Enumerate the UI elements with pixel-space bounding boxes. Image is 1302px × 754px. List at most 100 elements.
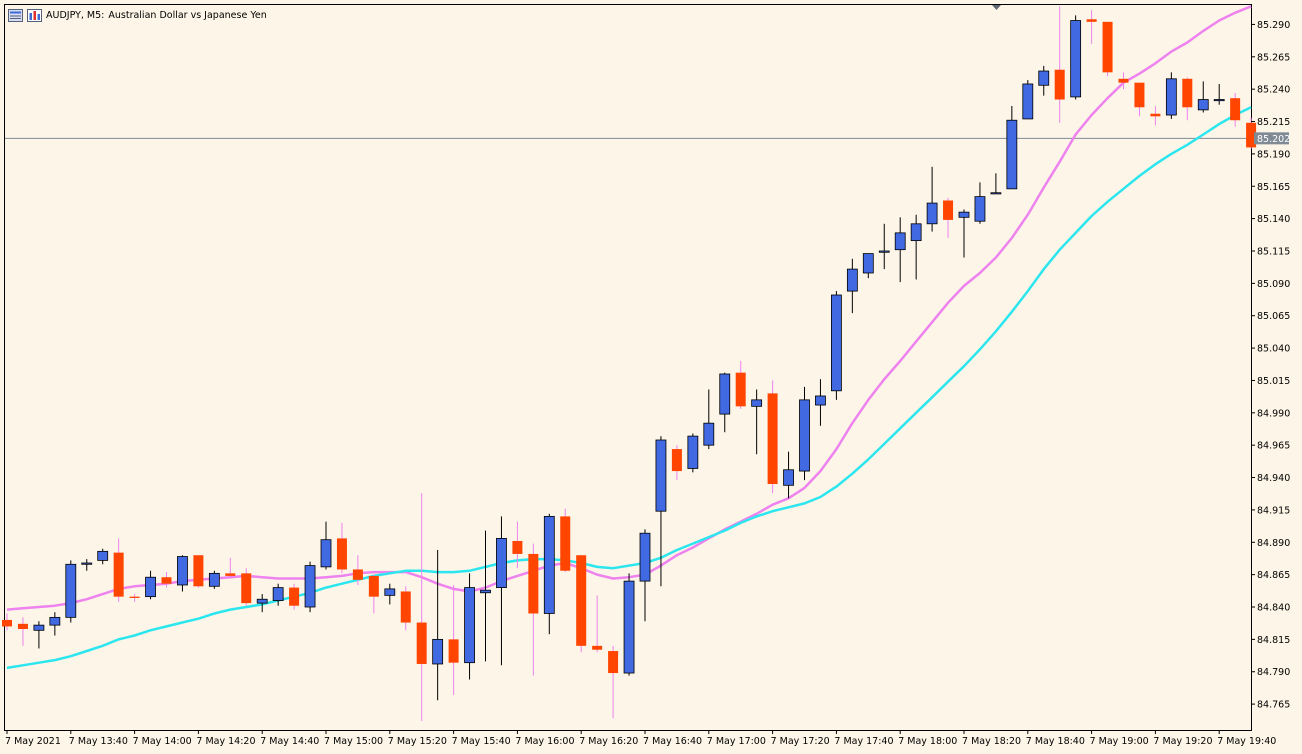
candle[interactable] — [878, 223, 890, 270]
price-axis[interactable]: 85.290 85.265 85.240 85.215 85.190 85.165 85.1… — [1251, 20, 1290, 711]
candle[interactable] — [1102, 21, 1113, 77]
candle[interactable] — [368, 574, 379, 614]
candle[interactable] — [1197, 81, 1209, 113]
candle[interactable] — [336, 522, 347, 574]
candle[interactable] — [161, 572, 172, 588]
candle[interactable] — [384, 583, 396, 605]
candle[interactable] — [2, 613, 12, 631]
candle[interactable] — [735, 361, 746, 409]
candle-body — [655, 439, 667, 512]
candle[interactable] — [225, 557, 236, 579]
chart-window-icon[interactable] — [27, 8, 42, 22]
candle-body — [272, 587, 284, 601]
candle[interactable] — [97, 548, 109, 565]
candle[interactable] — [639, 529, 651, 622]
candle[interactable] — [687, 433, 699, 473]
candle[interactable] — [177, 555, 188, 592]
candle[interactable] — [1150, 105, 1161, 126]
candle[interactable] — [767, 380, 778, 494]
candle[interactable] — [862, 253, 874, 279]
candle[interactable] — [1070, 15, 1082, 100]
candle[interactable] — [974, 182, 986, 224]
candle[interactable] — [831, 291, 842, 400]
candle-body — [129, 596, 140, 598]
candle[interactable] — [1022, 80, 1034, 120]
candle[interactable] — [496, 516, 507, 666]
candle[interactable] — [894, 217, 906, 283]
candle[interactable] — [65, 560, 77, 623]
candle[interactable] — [751, 389, 763, 455]
candle[interactable] — [958, 209, 970, 258]
candle-body — [1038, 70, 1050, 86]
candle[interactable] — [671, 445, 682, 481]
candle-body — [2, 619, 12, 627]
candle[interactable] — [926, 166, 938, 232]
candle[interactable] — [846, 258, 858, 314]
candle[interactable] — [623, 573, 635, 676]
candle[interactable] — [910, 214, 922, 280]
candle[interactable] — [33, 621, 45, 649]
candle[interactable] — [289, 583, 300, 610]
candle[interactable] — [560, 508, 571, 573]
symbol-period: AUDJPY, M5: — [46, 9, 105, 21]
candle[interactable] — [241, 568, 252, 606]
candle[interactable] — [464, 573, 475, 680]
candle[interactable] — [815, 379, 826, 426]
candle[interactable] — [208, 570, 220, 589]
candle[interactable] — [592, 595, 603, 653]
candle[interactable] — [113, 538, 124, 602]
candle[interactable] — [193, 555, 204, 588]
candle-body — [1118, 78, 1129, 83]
candle[interactable] — [1054, 6, 1065, 123]
candle[interactable] — [1182, 77, 1193, 121]
candle[interactable] — [719, 372, 731, 433]
candle-body — [926, 202, 938, 225]
candle[interactable] — [145, 570, 156, 600]
candle[interactable] — [416, 493, 427, 721]
candle-body — [49, 616, 61, 626]
candle[interactable] — [1038, 65, 1050, 96]
candle-body — [1054, 69, 1065, 100]
candle-body — [639, 532, 651, 582]
window-list-icon[interactable] — [8, 8, 23, 22]
x-tick-label: 7 May 14:00 — [133, 736, 192, 747]
x-tick-label: 7 May 19:40 — [1217, 736, 1276, 747]
candle[interactable] — [799, 386, 810, 481]
candle[interactable] — [49, 612, 61, 636]
candle[interactable] — [943, 197, 954, 239]
candle[interactable] — [448, 585, 459, 696]
y-tick-label: 84.865 — [1257, 570, 1290, 581]
candle[interactable] — [81, 559, 93, 571]
candle[interactable] — [1006, 105, 1018, 190]
candle-body — [735, 372, 746, 407]
candle[interactable] — [528, 543, 539, 676]
candle-body — [225, 573, 236, 576]
x-tick-label: 7 May 18:00 — [898, 736, 957, 747]
y-tick-label: 85.215 — [1257, 117, 1290, 128]
candle-body — [1213, 99, 1225, 102]
candle-body — [256, 598, 268, 604]
candle[interactable] — [1165, 72, 1177, 119]
candle[interactable] — [543, 513, 555, 635]
candle[interactable] — [304, 561, 316, 613]
candle[interactable] — [400, 586, 411, 631]
candle[interactable] — [256, 594, 268, 613]
candle[interactable] — [480, 530, 491, 662]
candle[interactable] — [703, 389, 715, 450]
candle[interactable] — [1086, 10, 1097, 44]
candle[interactable] — [1230, 93, 1241, 127]
candle[interactable] — [17, 617, 28, 646]
candle[interactable] — [1134, 82, 1145, 117]
candle[interactable] — [990, 173, 1002, 195]
candle-body — [17, 623, 28, 630]
candle[interactable] — [608, 645, 619, 719]
candle[interactable] — [783, 451, 794, 499]
y-tick-label: 85.290 — [1257, 20, 1290, 31]
time-axis[interactable]: 7 May 2021 7 May 13:40 7 May 14:00 7 May 14… — [5, 730, 1276, 747]
candle[interactable] — [576, 555, 587, 653]
candle-body — [1086, 19, 1097, 22]
candle[interactable] — [1213, 83, 1225, 105]
candle[interactable] — [129, 594, 140, 602]
candle-body — [560, 516, 571, 571]
candle[interactable] — [320, 521, 332, 570]
